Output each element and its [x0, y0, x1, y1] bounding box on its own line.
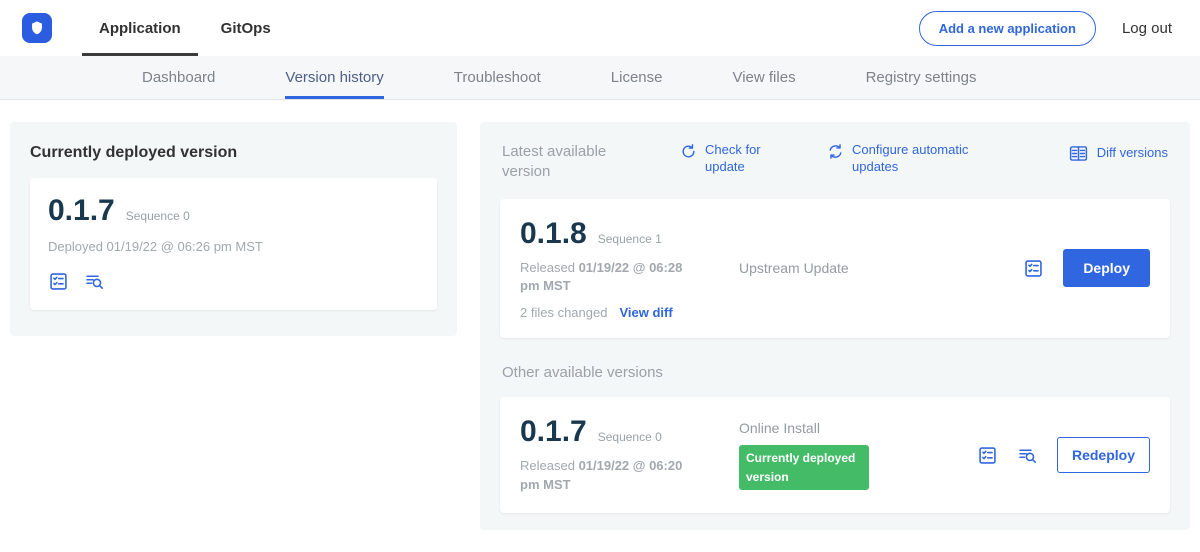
other-release-actions: Redeploy	[977, 437, 1150, 473]
tab-gitops-label: GitOps	[221, 20, 271, 37]
add-application-button[interactable]: Add a new application	[919, 11, 1096, 46]
latest-available-title: Latest available version	[502, 142, 652, 183]
redeploy-button[interactable]: Redeploy	[1057, 437, 1150, 473]
release-notes-icon[interactable]	[1023, 258, 1044, 279]
release-notes-icon[interactable]	[48, 271, 69, 292]
view-diff-link[interactable]: View diff	[619, 305, 672, 320]
tab-application-label: Application	[99, 20, 181, 37]
configure-automatic-updates-label: Configure automatic updates	[852, 142, 982, 176]
main-content: Currently deployed version 0.1.7 Sequenc…	[0, 100, 1200, 552]
latest-released-text: Released 01/19/22 @ 06:28 pm MST	[520, 259, 702, 297]
release-notes-icon[interactable]	[977, 445, 998, 466]
subnav-license-label: License	[611, 69, 663, 86]
latest-release-info: 0.1.8 Sequence 1 Released 01/19/22 @ 06:…	[520, 217, 735, 321]
latest-version-row: 0.1.8 Sequence 1	[520, 217, 735, 251]
app-logo	[22, 0, 52, 56]
shield-icon	[28, 19, 46, 37]
other-release-source-block: Online Install Currently deployed versio…	[735, 420, 977, 490]
subnav-troubleshoot-label: Troubleshoot	[454, 69, 541, 86]
latest-release-source: Upstream Update	[735, 260, 1023, 276]
released-label: Released	[520, 260, 575, 275]
latest-sequence-label: Sequence 1	[598, 232, 662, 246]
subnav-version-history-label: Version history	[285, 69, 383, 86]
subnav-dashboard-label: Dashboard	[142, 69, 215, 86]
top-navbar: Application GitOps Add a new application…	[0, 0, 1200, 56]
deployed-sequence-label: Sequence 0	[126, 209, 190, 223]
subnav-item-view-files[interactable]: View files	[732, 56, 795, 99]
tab-application[interactable]: Application	[82, 0, 198, 56]
top-tabs: Application GitOps	[82, 0, 294, 56]
subnav-item-dashboard[interactable]: Dashboard	[142, 56, 215, 99]
deployed-version-row: 0.1.7 Sequence 0	[48, 194, 419, 228]
available-versions-header: Latest available version Check for updat…	[500, 140, 1170, 183]
other-release-card: 0.1.7 Sequence 0 Released 01/19/22 @ 06:…	[500, 397, 1170, 513]
deployed-version-card: 0.1.7 Sequence 0 Deployed 01/19/22 @ 06:…	[30, 178, 437, 310]
other-sequence-label: Sequence 0	[598, 430, 662, 444]
released-label: Released	[520, 458, 575, 473]
other-available-versions-title: Other available versions	[502, 364, 1168, 381]
available-versions-panel: Latest available version Check for updat…	[480, 122, 1190, 530]
other-version-row: 0.1.7 Sequence 0	[520, 415, 735, 449]
deployed-version-number: 0.1.7	[48, 194, 115, 228]
currently-deployed-title: Currently deployed version	[30, 144, 437, 162]
deployed-date-text: Deployed 01/19/22 @ 06:26 pm MST	[48, 238, 419, 257]
other-version-number: 0.1.7	[520, 415, 587, 449]
subnav-item-version-history[interactable]: Version history	[285, 56, 383, 99]
app-subnav: Dashboard Version history Troubleshoot L…	[0, 56, 1200, 100]
deployed-card-actions	[48, 271, 419, 292]
currently-deployed-panel: Currently deployed version 0.1.7 Sequenc…	[10, 122, 457, 336]
check-for-update-label: Check for update	[705, 142, 775, 176]
latest-version-number: 0.1.8	[520, 217, 587, 251]
topnav-right: Add a new application Log out	[919, 0, 1172, 56]
diff-table-icon	[1068, 143, 1089, 164]
check-for-update-button[interactable]: Check for update	[680, 142, 775, 176]
app-logo-icon	[22, 13, 52, 43]
subnav-item-registry-settings[interactable]: Registry settings	[866, 56, 977, 99]
tab-gitops[interactable]: GitOps	[204, 0, 288, 56]
view-files-search-icon[interactable]	[84, 271, 105, 292]
other-release-info: 0.1.7 Sequence 0 Released 01/19/22 @ 06:…	[520, 415, 735, 495]
configure-automatic-updates-button[interactable]: Configure automatic updates	[827, 142, 982, 176]
view-files-search-icon[interactable]	[1017, 445, 1038, 466]
logout-button[interactable]: Log out	[1122, 20, 1172, 37]
currently-deployed-badge: Currently deployed version	[739, 445, 869, 490]
other-release-source: Online Install	[739, 420, 977, 436]
latest-release-card: 0.1.8 Sequence 1 Released 01/19/22 @ 06:…	[500, 199, 1170, 339]
files-changed-label: 2 files changed	[520, 305, 607, 320]
subnav-registry-settings-label: Registry settings	[866, 69, 977, 86]
diff-versions-label: Diff versions	[1097, 145, 1168, 162]
deploy-button[interactable]: Deploy	[1063, 249, 1150, 287]
subnav-item-troubleshoot[interactable]: Troubleshoot	[454, 56, 541, 99]
diff-versions-button[interactable]: Diff versions	[1068, 142, 1168, 164]
subnav-view-files-label: View files	[732, 69, 795, 86]
auto-update-sync-icon	[827, 143, 844, 160]
subnav-item-license[interactable]: License	[611, 56, 663, 99]
latest-links-row: 2 files changed View diff	[520, 305, 735, 320]
refresh-icon	[680, 143, 697, 160]
latest-release-actions: Deploy	[1023, 249, 1150, 287]
other-released-text: Released 01/19/22 @ 06:20 pm MST	[520, 457, 702, 495]
